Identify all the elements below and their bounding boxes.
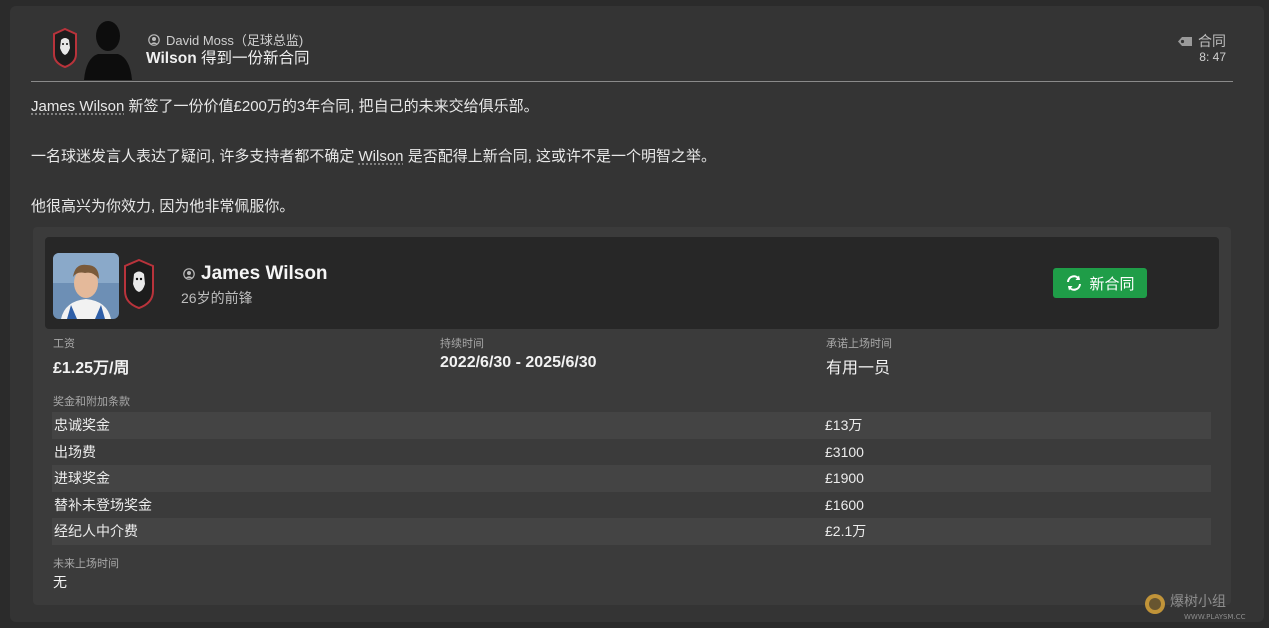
club-crest-icon[interactable] xyxy=(52,28,78,68)
message-tag[interactable]: 合同 xyxy=(1177,31,1226,51)
refresh-icon xyxy=(1067,275,1082,291)
tag-icon xyxy=(1178,36,1192,46)
paragraph-text: 是否配得上新合同, 这或许不是一个明智之举。 xyxy=(403,148,717,165)
future-playing-time-label: 未来上场时间 xyxy=(53,558,119,570)
table-row: 忠诚奖金 £13万 xyxy=(52,412,1211,439)
bonus-name: 进球奖金 xyxy=(54,470,110,487)
bonus-name: 忠诚奖金 xyxy=(54,417,110,434)
club-crest-icon[interactable] xyxy=(123,259,155,309)
message-subject: Wilson 得到一份新合同 xyxy=(146,46,309,68)
bonus-name: 经纪人中介费 xyxy=(54,523,138,540)
table-row: 经纪人中介费 £2.1万 xyxy=(52,518,1211,545)
bonus-value: £13万 xyxy=(825,417,863,434)
bonus-name: 替补未登场奖金 xyxy=(54,496,152,513)
person-icon xyxy=(183,268,195,280)
paragraph-text: 新签了一份价值£200万的3年合同, 把自己的未来交给俱乐部。 xyxy=(124,98,539,115)
new-contract-label: 新合同 xyxy=(1089,275,1135,293)
bonus-value: £1900 xyxy=(825,470,864,487)
player-name-row: James Wilson xyxy=(183,263,328,285)
body-paragraph-2: 一名球迷发言人表达了疑问, 许多支持者都不确定 Wilson 是否配得上新合同,… xyxy=(31,145,716,166)
new-contract-button[interactable]: 新合同 xyxy=(1053,268,1147,298)
header-divider xyxy=(31,81,1233,82)
table-row: 出场费 £3100 xyxy=(52,438,1211,465)
duration-label: 持续时间 xyxy=(440,338,484,350)
promised-playing-time-value: 有用一员 xyxy=(826,360,891,377)
bonus-value: £2.1万 xyxy=(825,523,867,540)
player-summary: James Wilson 26岁的前锋 新合同 xyxy=(45,237,1219,329)
person-silhouette-icon[interactable] xyxy=(80,18,136,80)
player-name[interactable]: James Wilson xyxy=(201,263,328,285)
site-watermark-logo: 爆树小组 WWW.PLAYSM.CC xyxy=(1145,594,1246,621)
body-paragraph-1: James Wilson 新签了一份价值£200万的3年合同, 把自己的未来交给… xyxy=(31,95,539,116)
promised-playing-time-label: 承诺上场时间 xyxy=(826,338,892,350)
watermark-text: 爆树小组 xyxy=(1170,594,1226,610)
player-link[interactable]: James Wilson xyxy=(31,98,124,115)
subject-text: 得到一份新合同 xyxy=(196,50,310,67)
future-playing-time-value: 无 xyxy=(53,574,67,590)
subject-player-name[interactable]: Wilson xyxy=(146,50,197,67)
player-link[interactable]: Wilson xyxy=(359,148,404,165)
player-age-position: 26岁的前锋 xyxy=(181,290,253,306)
bonus-name: 出场费 xyxy=(54,443,96,460)
watermark-url: WWW.PLAYSM.CC xyxy=(1184,613,1246,621)
person-icon xyxy=(148,33,160,46)
table-row: 替补未登场奖金 £1600 xyxy=(52,491,1211,518)
player-photo[interactable] xyxy=(53,253,119,319)
bonus-table: 忠诚奖金 £13万 出场费 £3100 进球奖金 £1900 替补未登场奖金 £… xyxy=(52,412,1211,545)
message-time: 8: 47 xyxy=(1199,50,1226,64)
contract-card: James Wilson 26岁的前锋 新合同 工资 £1.25万/周 持续时间… xyxy=(33,227,1231,605)
bonus-header: 奖金和附加条款 xyxy=(53,396,130,408)
table-row: 进球奖金 £1900 xyxy=(52,465,1211,492)
body-paragraph-3: 他很高兴为你效力, 因为他非常佩服你。 xyxy=(31,198,295,215)
tag-label: 合同 xyxy=(1198,33,1226,49)
paragraph-text: 一名球迷发言人表达了疑问, 许多支持者都不确定 xyxy=(31,148,359,165)
wage-value: £1.25万/周 xyxy=(53,360,130,377)
duration-value: 2022/6/30 - 2025/6/30 xyxy=(440,354,597,371)
bonus-value: £3100 xyxy=(825,443,864,460)
wage-label: 工资 xyxy=(53,338,75,350)
bonus-value: £1600 xyxy=(825,496,864,513)
